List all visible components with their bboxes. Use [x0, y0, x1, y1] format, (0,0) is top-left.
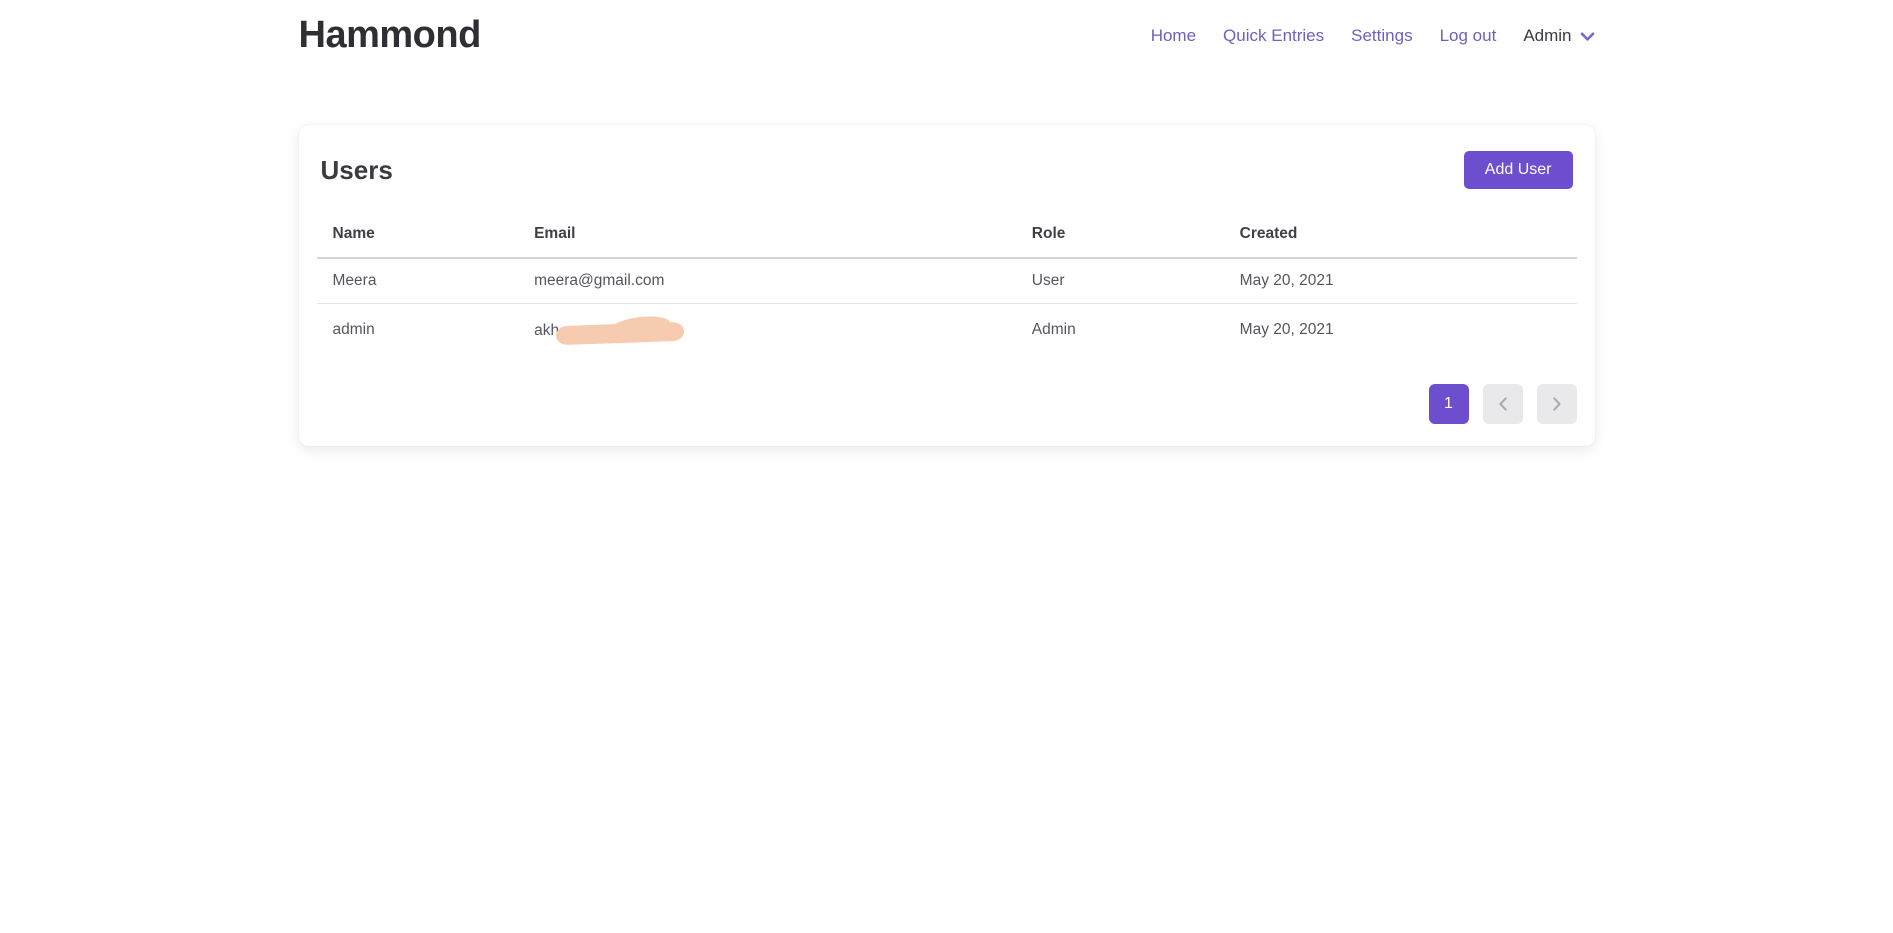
user-name-cell: Meera: [317, 258, 519, 304]
table-header-row: Name Email Role Created: [317, 217, 1577, 258]
chevron-right-icon: [1552, 397, 1562, 411]
user-created-cell: May 20, 2021: [1224, 304, 1577, 357]
column-header-role: Role: [1016, 217, 1224, 258]
pagination: 1: [317, 384, 1577, 424]
nav-item-logout[interactable]: Log out: [1440, 26, 1497, 46]
next-page-button[interactable]: [1537, 384, 1577, 424]
user-role-cell: User: [1016, 258, 1224, 304]
column-header-name: Name: [317, 217, 519, 258]
user-name-cell: admin: [317, 304, 519, 357]
user-email-cell: akh: [518, 304, 1016, 357]
table-row: admin akh Admin May 20, 2021: [317, 304, 1577, 357]
user-role-cell: Admin: [1016, 304, 1224, 357]
user-menu-dropdown[interactable]: Admin: [1523, 26, 1594, 46]
page-number-button[interactable]: 1: [1429, 384, 1469, 424]
chevron-down-icon: [1580, 32, 1595, 42]
column-header-email: Email: [518, 217, 1016, 258]
previous-page-button[interactable]: [1483, 384, 1523, 424]
column-header-created: Created: [1224, 217, 1577, 258]
brand-logo[interactable]: Hammond: [299, 14, 481, 57]
chevron-left-icon: [1498, 397, 1508, 411]
nav-item-home[interactable]: Home: [1151, 26, 1196, 46]
users-card: Users Add User Name Email Role Created M…: [299, 125, 1595, 446]
top-navigation-bar: Hammond Home Quick Entries Settings Log …: [0, 0, 1893, 57]
page-content: Users Add User Name Email Role Created M…: [299, 125, 1595, 446]
main-nav: Home Quick Entries Settings Log out Admi…: [1151, 26, 1595, 46]
user-email-cell: meera@gmail.com: [518, 258, 1016, 304]
users-table: Name Email Role Created Meera meera@gmai…: [317, 217, 1577, 356]
add-user-button[interactable]: Add User: [1464, 151, 1573, 189]
card-header: Users Add User: [317, 151, 1577, 189]
user-menu-label: Admin: [1523, 26, 1571, 46]
redaction-scribble: [556, 317, 688, 343]
table-row: Meera meera@gmail.com User May 20, 2021: [317, 258, 1577, 304]
nav-item-settings[interactable]: Settings: [1351, 26, 1412, 46]
page-title: Users: [321, 155, 393, 186]
user-created-cell: May 20, 2021: [1224, 258, 1577, 304]
nav-item-quick-entries[interactable]: Quick Entries: [1223, 26, 1324, 46]
